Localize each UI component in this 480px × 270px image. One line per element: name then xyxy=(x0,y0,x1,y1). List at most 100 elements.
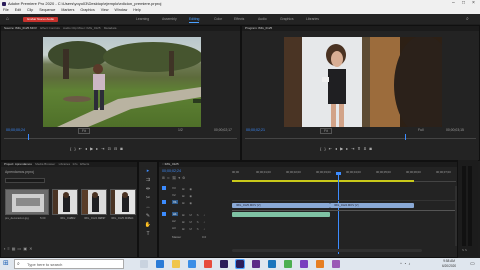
project-item[interactable] xyxy=(5,189,49,215)
type-tool-icon[interactable]: T xyxy=(144,230,152,239)
program-resolution-select[interactable]: Full xyxy=(418,128,423,132)
toggle-track-output-icon[interactable]: ⊠ ◉ xyxy=(182,200,207,207)
timeline-timecode[interactable]: 00;00;02;24 xyxy=(162,169,181,173)
record-audio-button[interactable]: Grabar Nuevo Audio xyxy=(23,17,58,22)
timeline-clip-video[interactable]: IMG_0124.MOV [V] xyxy=(330,203,414,208)
timeline-clip-audio[interactable] xyxy=(232,212,330,217)
photoshop-icon[interactable] xyxy=(268,260,276,268)
source-patch-v1[interactable] xyxy=(162,186,166,190)
timeline-clip-video[interactable]: IMG_0125.MOV [V] xyxy=(232,203,330,208)
app-icon-3[interactable] xyxy=(316,260,324,268)
timeline-close-icon[interactable]: × xyxy=(162,162,164,166)
volume-icon[interactable]: ♪ xyxy=(408,261,412,266)
solo-indicator[interactable]: S S xyxy=(462,248,467,252)
track-label-a3[interactable]: A3 xyxy=(172,226,176,230)
project-search-input[interactable] xyxy=(5,178,45,183)
track-select-tool-icon[interactable]: ⇉ xyxy=(144,176,152,185)
workspace-tab-libraries[interactable]: Libraries xyxy=(306,16,319,22)
source-patch-v1b[interactable] xyxy=(162,200,166,204)
export-frame-icon[interactable]: ◙ xyxy=(120,146,125,151)
menu-sequence[interactable]: Sequence xyxy=(39,8,55,12)
windows-start-icon[interactable]: ⊞ xyxy=(3,260,9,268)
program-video-frame[interactable] xyxy=(284,37,442,127)
close-icon[interactable]: × xyxy=(472,0,475,7)
timeline-horizontal-scrollbar[interactable] xyxy=(232,249,422,252)
mute-solo-icon[interactable]: ⊠ M S ♪ xyxy=(182,212,207,219)
premiere-taskbar-icon[interactable] xyxy=(235,259,245,269)
after-effects-icon[interactable] xyxy=(220,260,228,268)
project-item[interactable] xyxy=(110,189,136,215)
notifications-icon[interactable]: ▭ xyxy=(470,260,475,268)
menu-edit[interactable]: Edit xyxy=(15,8,21,12)
project-item[interactable] xyxy=(52,189,78,215)
search-icon[interactable]: ⌕ xyxy=(466,16,469,22)
ripple-edit-tool-icon[interactable]: ⇹ xyxy=(144,185,152,194)
menu-file[interactable]: File xyxy=(3,8,9,12)
menu-help[interactable]: Help xyxy=(133,8,140,12)
home-icon[interactable]: ⌂ xyxy=(6,16,9,22)
track-label-v3[interactable]: V3 xyxy=(172,186,176,190)
menu-markers[interactable]: Markers xyxy=(61,8,74,12)
tab-source[interactable]: Source: IMG_0125.MOV xyxy=(4,26,37,30)
source-video-frame[interactable] xyxy=(43,37,201,127)
app-icon-2[interactable] xyxy=(300,260,308,268)
razor-tool-icon[interactable]: ✂ xyxy=(144,194,152,203)
tab-audio-clip-mixer[interactable]: Audio Clip Mixer: IMG_0125 xyxy=(63,26,101,30)
workspace-tab-learning[interactable]: Learning xyxy=(136,16,149,22)
master-level[interactable]: 0.0 xyxy=(202,235,206,239)
tab-program[interactable]: Program: IMG_0125 xyxy=(245,26,272,30)
source-playhead[interactable] xyxy=(28,134,29,140)
program-fit-select[interactable]: Fit xyxy=(320,128,332,134)
source-timecode[interactable]: 00;00;00;24 xyxy=(6,128,25,132)
clock[interactable]: 9:58 AM 6/20/2020 xyxy=(442,259,456,269)
minimize-icon[interactable]: – xyxy=(452,0,455,7)
timeline-playhead[interactable] xyxy=(338,172,339,254)
tab-info[interactable]: Info xyxy=(73,162,78,166)
track-label-a1[interactable]: A1 xyxy=(172,212,178,216)
menu-clip[interactable]: Clip xyxy=(27,8,33,12)
tab-effects[interactable]: Effects xyxy=(80,162,89,166)
tab-metadata[interactable]: Metadata xyxy=(104,26,117,30)
workspace-tab-assembly[interactable]: Assembly xyxy=(162,16,177,22)
chrome-icon[interactable] xyxy=(284,260,292,268)
tab-sequence[interactable]: IMG_0125 xyxy=(165,162,179,166)
menu-graphics[interactable]: Graphics xyxy=(80,8,94,12)
store-icon[interactable] xyxy=(188,260,196,268)
mute-solo-icon[interactable]: ⊠ M S ♪ xyxy=(182,219,207,226)
tab-libraries[interactable]: Libraries xyxy=(59,162,71,166)
workspace-tab-audio[interactable]: Audio xyxy=(258,16,267,22)
hand-tool-icon[interactable]: ✋ xyxy=(144,221,152,230)
track-label-v1[interactable]: V1 xyxy=(172,200,178,204)
program-timecode[interactable]: 00;00;02;21 xyxy=(246,128,265,132)
mail-icon[interactable] xyxy=(204,260,212,268)
source-fit-select[interactable]: Fit xyxy=(78,128,90,134)
playhead-handle[interactable] xyxy=(336,172,341,175)
menu-window[interactable]: Window xyxy=(115,8,128,12)
track-label-a2[interactable]: A2 xyxy=(172,219,176,223)
workspace-tab-graphics[interactable]: Graphics xyxy=(280,16,294,22)
source-patch-a1[interactable] xyxy=(162,212,166,216)
program-playhead[interactable] xyxy=(405,134,406,140)
workspace-tab-color[interactable]: Color xyxy=(214,16,222,22)
file-explorer-icon[interactable] xyxy=(172,260,180,268)
workspace-tab-editing[interactable]: Editing xyxy=(189,16,200,23)
work-area-bar[interactable] xyxy=(232,180,414,182)
slip-tool-icon[interactable]: ↔ xyxy=(144,203,152,212)
source-time-ruler[interactable] xyxy=(4,136,237,139)
program-time-ruler[interactable] xyxy=(245,136,476,139)
maximize-icon[interactable]: □ xyxy=(462,0,465,7)
app-icon[interactable] xyxy=(252,260,260,268)
menu-view[interactable]: View xyxy=(101,8,109,12)
selection-tool-icon[interactable]: ▸ xyxy=(144,167,152,176)
project-item[interactable] xyxy=(81,189,107,215)
toggle-track-output-icon[interactable]: ⊠ ◉ xyxy=(182,186,207,193)
timeline-settings-icon[interactable]: ⚙ xyxy=(182,176,187,180)
tab-project[interactable]: Project: Aprendamos xyxy=(4,162,32,166)
tab-effect-controls[interactable]: Effect Controls xyxy=(40,26,60,30)
trash-icon[interactable]: ✕ xyxy=(29,246,34,251)
mute-solo-icon[interactable]: ⊠ M S ♪ xyxy=(182,226,207,233)
edge-icon[interactable] xyxy=(156,260,164,268)
task-view-icon[interactable] xyxy=(140,260,148,268)
workspace-tab-effects[interactable]: Effects xyxy=(234,16,244,22)
taskbar-search-input[interactable]: Type here to search xyxy=(14,259,124,269)
